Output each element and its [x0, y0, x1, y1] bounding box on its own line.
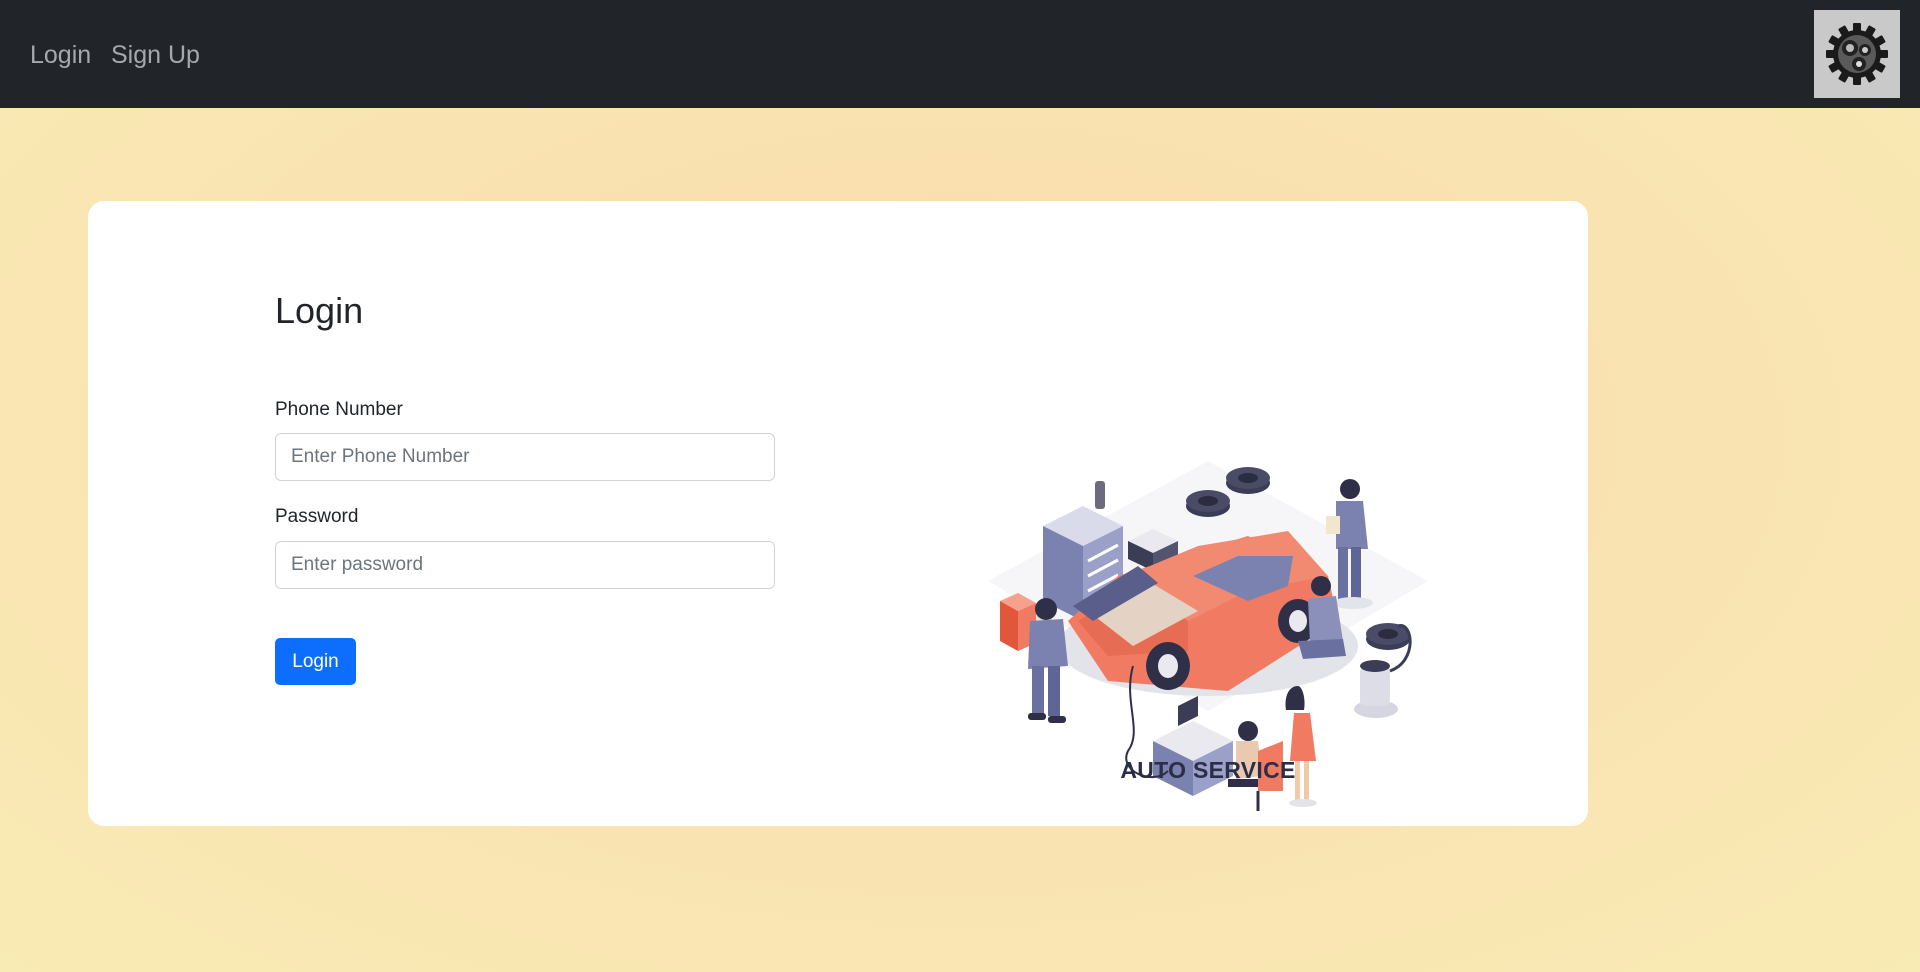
password-input[interactable]	[275, 541, 775, 589]
password-label: Password	[275, 506, 359, 527]
login-button[interactable]: Login	[275, 638, 356, 685]
gear-icon	[1826, 23, 1888, 85]
phone-number-input[interactable]	[275, 433, 775, 481]
customer-icon	[1285, 686, 1317, 807]
brand-logo[interactable]	[1814, 10, 1900, 98]
auto-service-caption: AUTO SERVICE	[1120, 757, 1296, 783]
page-title: Login	[275, 290, 364, 331]
nav-login-link[interactable]: Login	[30, 38, 91, 72]
auto-service-illustration	[988, 461, 1428, 811]
login-card: Login Phone Number Password Login	[88, 201, 1588, 826]
phone-number-label: Phone Number	[275, 399, 403, 420]
navbar: Login Sign Up	[0, 0, 1920, 108]
nav-signup-link[interactable]: Sign Up	[111, 38, 200, 72]
